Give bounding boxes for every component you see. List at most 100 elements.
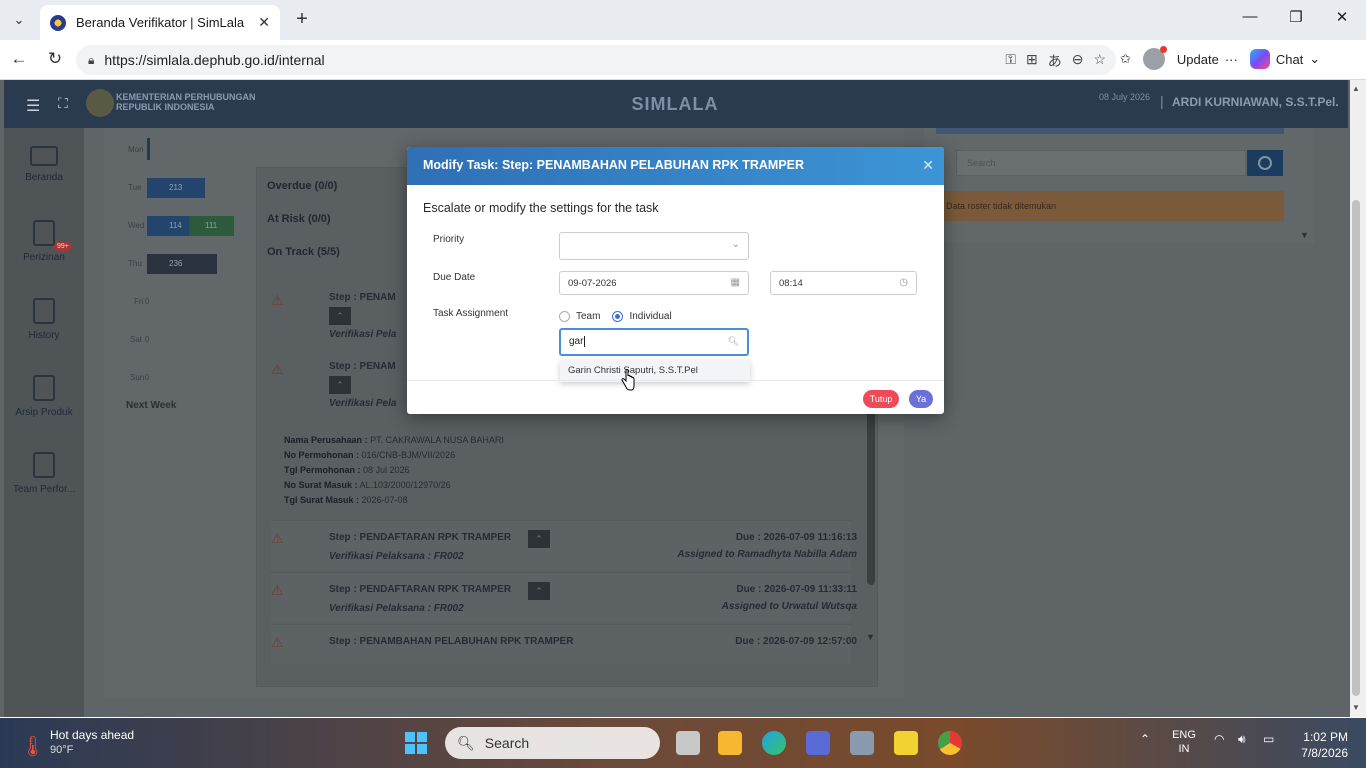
reload-icon[interactable]: ↻ bbox=[44, 49, 66, 69]
scroll-down-icon[interactable]: ▼ bbox=[1300, 230, 1309, 240]
task-card[interactable] bbox=[271, 520, 851, 570]
task-sub: Verifikasi Pela bbox=[329, 398, 397, 409]
taskbar-search[interactable]: 🔍︎ Search bbox=[445, 727, 660, 759]
close-button[interactable]: Tutup bbox=[863, 390, 899, 408]
more-dots-icon: ··· bbox=[1224, 51, 1238, 67]
chrome-icon[interactable] bbox=[938, 731, 962, 755]
due-date-input[interactable]: 09-07-2026 ▦ bbox=[559, 271, 749, 295]
scroll-up-icon[interactable]: ▲ bbox=[1352, 84, 1360, 93]
roster-search-input[interactable]: Search bbox=[956, 150, 1246, 176]
sidebar-label: History bbox=[28, 330, 60, 341]
back-arrow-icon[interactable]: ← bbox=[8, 49, 30, 69]
url-text: https://simlala.dephub.go.id/internal bbox=[104, 52, 325, 68]
browser-tabbar: ⌄ Beranda Verifikator | SimLala ✕ + — ❐ … bbox=[0, 0, 1366, 40]
update-button[interactable]: Update ··· bbox=[1177, 52, 1238, 67]
taskbar-search-label: Search bbox=[484, 735, 530, 751]
calendar-bar[interactable]: 114 bbox=[147, 216, 189, 236]
team-radio[interactable] bbox=[559, 311, 570, 322]
favorite-star-icon[interactable]: ☆ bbox=[1093, 51, 1106, 71]
sidebar-item-perizinan[interactable]: Perizinan 99+ bbox=[4, 220, 84, 263]
profile-avatar[interactable] bbox=[1142, 46, 1167, 70]
task-card[interactable] bbox=[271, 572, 851, 622]
scroll-down-icon[interactable]: ▼ bbox=[1352, 703, 1360, 712]
fullscreen-icon[interactable]: ⛶ bbox=[58, 95, 68, 112]
modal-close-icon[interactable]: ✕ bbox=[922, 157, 934, 174]
minimize-icon[interactable]: — bbox=[1238, 8, 1262, 25]
zoom-icon[interactable]: ⊖ bbox=[1072, 51, 1084, 71]
battery-icon[interactable]: ▭ bbox=[1263, 732, 1274, 746]
collapse-button[interactable]: ⌃ bbox=[528, 582, 550, 600]
sidebar-item-history[interactable]: History bbox=[4, 298, 84, 341]
scroll-down-icon[interactable]: ▼ bbox=[866, 632, 875, 642]
day-label: Tue bbox=[128, 183, 142, 192]
task-view-icon[interactable] bbox=[676, 731, 700, 755]
document-icon bbox=[33, 220, 55, 246]
language-indicator[interactable]: ENG IN bbox=[1172, 728, 1196, 756]
assignee-suggestion-item[interactable]: Garin Christi Saputri, S.S.T.Pel bbox=[560, 360, 750, 382]
individual-radio-label[interactable]: Individual bbox=[629, 311, 671, 322]
windows-start-icon[interactable] bbox=[405, 732, 427, 754]
window-close-icon[interactable]: ✕ bbox=[1330, 8, 1354, 26]
task-step: Step : PENAM bbox=[329, 361, 396, 372]
hamburger-menu-icon[interactable]: ☰ bbox=[26, 96, 40, 116]
chat-label: Chat bbox=[1275, 51, 1304, 67]
tray-chevron-up-icon[interactable]: ⌃ bbox=[1140, 732, 1150, 746]
wifi-icon[interactable]: ◠ bbox=[1214, 732, 1224, 746]
warning-icon: ⚠ bbox=[271, 292, 284, 308]
chat-button[interactable]: Chat ⌄ bbox=[1249, 49, 1320, 69]
app-icon[interactable] bbox=[806, 731, 830, 755]
edge-browser-icon[interactable] bbox=[762, 731, 786, 755]
favorites-icon[interactable]: ✩ bbox=[1120, 51, 1131, 67]
at-risk-tab[interactable]: At Risk (0/0) bbox=[267, 213, 331, 225]
key-icon[interactable]: ⚿ bbox=[1005, 51, 1016, 71]
new-tab-plus-icon[interactable]: + bbox=[290, 8, 314, 31]
collapse-button[interactable]: ⌃ bbox=[528, 530, 550, 548]
warning-icon: ⚠ bbox=[271, 634, 284, 650]
overdue-tab[interactable]: Overdue (0/0) bbox=[267, 180, 337, 192]
assignee-search-input[interactable]: gar 🔍︎ bbox=[559, 328, 749, 356]
tab-close-icon[interactable]: ✕ bbox=[258, 14, 270, 31]
hand-cursor-icon bbox=[621, 369, 635, 391]
sticky-notes-icon[interactable] bbox=[894, 731, 918, 755]
volume-icon[interactable]: 🔊︎ bbox=[1238, 732, 1246, 747]
file-explorer-icon[interactable] bbox=[718, 731, 742, 755]
day-label: Sat bbox=[130, 335, 143, 344]
sidebar-item-team-performance[interactable]: Team Perfor... bbox=[4, 452, 84, 495]
camera-icon[interactable] bbox=[850, 731, 874, 755]
tab-list-chevron-icon[interactable]: ⌄ bbox=[6, 8, 32, 32]
calendar-bar[interactable]: 111 bbox=[189, 216, 234, 236]
on-track-tab[interactable]: On Track (5/5) bbox=[267, 246, 340, 258]
priority-label: Priority bbox=[433, 234, 465, 245]
confirm-button[interactable]: Ya bbox=[909, 390, 933, 408]
sidebar-item-arsip-produk[interactable]: Arsip Produk bbox=[4, 375, 84, 418]
address-bar[interactable]: 🔒︎ https://simlala.dephub.go.id/internal… bbox=[76, 45, 1116, 75]
tab-title: Beranda Verifikator | SimLala bbox=[76, 15, 245, 30]
next-week-label: Next Week bbox=[126, 400, 177, 411]
copilot-icon bbox=[1249, 49, 1270, 69]
search-button[interactable] bbox=[1247, 150, 1283, 176]
restore-icon[interactable]: ❐ bbox=[1284, 8, 1308, 26]
page-scrollbar-thumb[interactable] bbox=[1352, 200, 1360, 696]
sidebar-label: Beranda bbox=[25, 172, 63, 183]
calendar-bar[interactable]: 236 bbox=[147, 254, 217, 274]
ministry-name: KEMENTERIAN PERHUBUNGAN REPUBLIK INDONES… bbox=[116, 92, 256, 112]
calendar-bar[interactable]: 213 bbox=[147, 178, 205, 198]
clock-date: 7/8/2026 bbox=[1301, 746, 1348, 760]
individual-radio[interactable] bbox=[612, 311, 624, 322]
task-step: Step : PENAMBAHAN PELABUHAN RPK TRAMPER bbox=[329, 636, 574, 647]
due-date-value: 09-07-2026 bbox=[568, 278, 617, 289]
sidebar-item-beranda[interactable]: Beranda bbox=[4, 146, 84, 183]
due-time-input[interactable]: 08:14 ◷ bbox=[770, 271, 917, 295]
taskbar-clock[interactable]: 1:02 PM 7/8/2026 bbox=[1286, 729, 1348, 761]
header-user[interactable]: ARDI KURNIAWAN, S.S.T.Pel. bbox=[1172, 95, 1339, 109]
priority-select[interactable]: ⌄ bbox=[559, 232, 749, 260]
collapse-button[interactable]: ⌃ bbox=[329, 307, 351, 325]
monitor-icon bbox=[30, 146, 58, 166]
collapse-button[interactable]: ⌃ bbox=[329, 376, 351, 394]
browser-tab[interactable]: Beranda Verifikator | SimLala ✕ bbox=[40, 5, 280, 40]
team-radio-label[interactable]: Team bbox=[576, 311, 600, 322]
warning-icon: ⚠ bbox=[271, 530, 284, 546]
translate-icon[interactable]: あ bbox=[1048, 51, 1062, 71]
document-icon bbox=[33, 452, 55, 478]
apps-icon[interactable]: ⊞ bbox=[1026, 51, 1038, 71]
